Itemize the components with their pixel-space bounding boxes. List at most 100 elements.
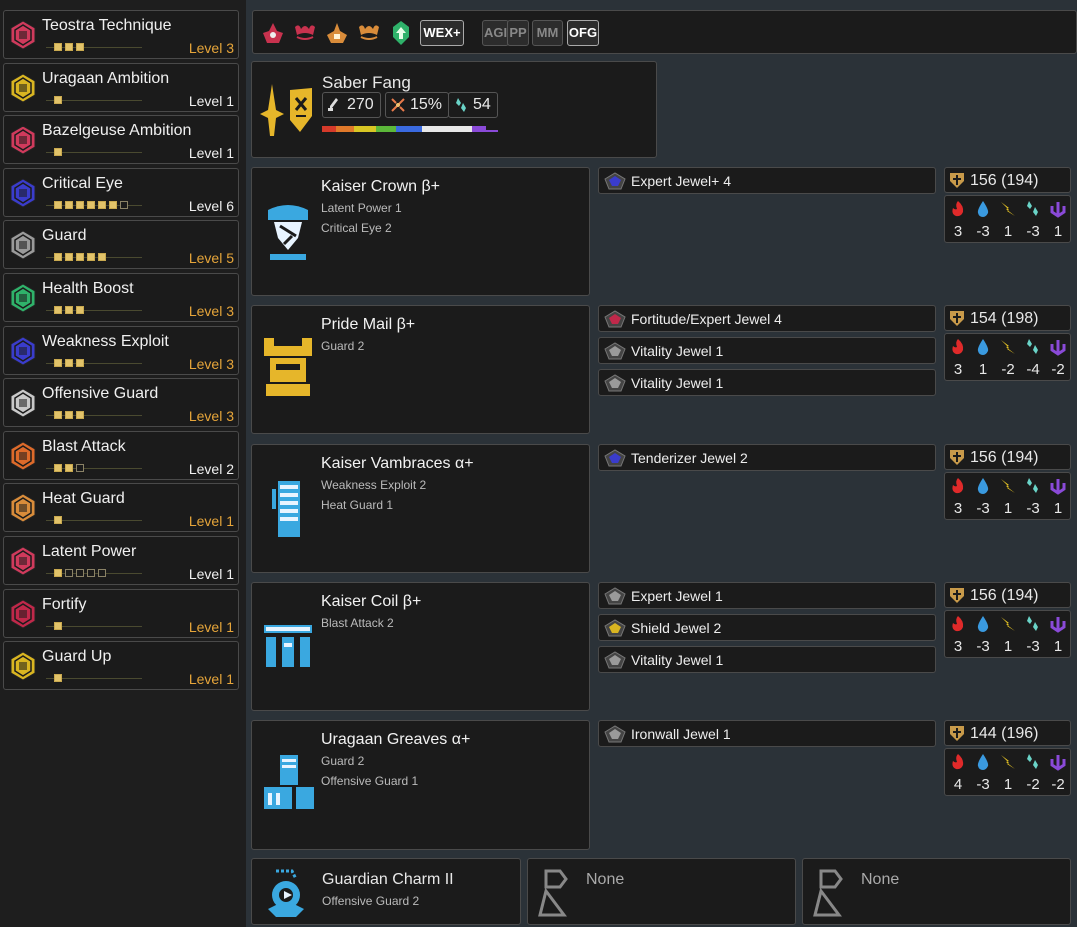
- decoration-name: Ironwall Jewel 1: [631, 726, 731, 742]
- armor-piece-name: Pride Mail β+: [321, 316, 416, 333]
- armor-piece-panel[interactable]: Kaiser Crown β+ Latent Power 1 Critical Ey…: [251, 167, 590, 296]
- skill-row[interactable]: Guard Level 5: [3, 220, 239, 270]
- filter-tag-ofg[interactable]: OFG: [567, 20, 599, 46]
- filter-tag-agi[interactable]: AGI: [482, 20, 509, 46]
- charm-panel[interactable]: Guardian Charm II Offensive Guard 2: [251, 858, 521, 925]
- empty-slot-1[interactable]: None: [527, 858, 796, 925]
- armor-piece-panel[interactable]: Kaiser Coil β+ Blast Attack 2: [251, 582, 590, 711]
- level-pip: [65, 43, 73, 51]
- skill-row[interactable]: Guard Up Level 1: [3, 641, 239, 691]
- decoration-name: Expert Jewel 1: [631, 588, 723, 604]
- level-pip: [76, 200, 84, 209]
- skill-row[interactable]: Offensive Guard Level 3: [3, 378, 239, 428]
- thunder-icon: [999, 338, 1017, 356]
- skill-row[interactable]: Blast Attack Level 2: [3, 430, 239, 480]
- teostra-set-icon: [263, 23, 283, 43]
- ice-icon: [1024, 477, 1042, 495]
- decoration-slot[interactable]: Shield Jewel 2: [598, 614, 936, 641]
- level-pip: [54, 621, 62, 630]
- weapon-panel[interactable]: Saber Fang 270 15% 54: [251, 61, 657, 158]
- level-pip: [65, 463, 73, 472]
- decoration-slot[interactable]: Fortitude/Expert Jewel 4: [598, 305, 936, 332]
- weapon-name: Saber Fang: [322, 73, 411, 92]
- armor-piece-panel[interactable]: Pride Mail β+ Guard 2: [251, 305, 590, 434]
- level-pip: [54, 95, 62, 104]
- kaiser-set-icon: [295, 25, 315, 40]
- resistance-value: -3: [1026, 500, 1040, 517]
- uragaan-set-icon: [359, 25, 379, 40]
- skill-row[interactable]: Health Boost Level 3: [3, 273, 239, 322]
- resistance-value: 3: [953, 361, 963, 378]
- skill-level: Level 3: [188, 408, 234, 425]
- decoration-slot[interactable]: Vitality Jewel 1: [598, 369, 936, 396]
- skill-row[interactable]: Critical Eye Level 6: [3, 167, 239, 217]
- resistances: 4 -3 1 -2 -2: [944, 748, 1071, 796]
- skill-level: Level 2: [188, 460, 234, 477]
- decoration-name: Shield Jewel 2: [631, 620, 722, 636]
- skill-name: Weakness Exploit: [42, 332, 169, 350]
- decoration-slot[interactable]: Expert Jewel+ 4: [598, 167, 936, 194]
- resistance-value: -3: [1026, 638, 1040, 655]
- armor-piece-panel[interactable]: Kaiser Vambraces α+ Weakness Exploit 2 Hea…: [251, 444, 590, 573]
- resistances: 3 -3 1 -3 1: [944, 195, 1071, 243]
- skill-level-pips: [46, 358, 142, 368]
- filter-tag-mm[interactable]: MM: [532, 20, 563, 46]
- skill-row[interactable]: Fortify Level 1: [3, 588, 239, 638]
- defense-value: 156 (194): [944, 167, 1071, 193]
- affinity-icon: [391, 98, 405, 112]
- skill-level-pips: [46, 95, 142, 105]
- skill-level-pips: [46, 305, 142, 315]
- decoration-icon: [603, 650, 627, 670]
- armor-piece-skill: Guard 2: [321, 754, 365, 768]
- armor-piece-icon: [260, 336, 316, 402]
- sharpness-bar: [322, 126, 498, 134]
- empty-slot-2[interactable]: None: [802, 858, 1071, 925]
- skill-level: Level 3: [188, 40, 234, 56]
- resistance-value: 3: [953, 638, 963, 655]
- skill-name: Health Boost: [42, 280, 134, 297]
- skill-level: Level 5: [188, 250, 234, 267]
- decoration-slot[interactable]: Vitality Jewel 1: [598, 646, 936, 673]
- skill-icon: [8, 336, 38, 366]
- resistance-value: -2: [1051, 361, 1065, 378]
- level-pip: [65, 411, 73, 420]
- skill-row[interactable]: Uragaan Ambition Level 1: [3, 62, 239, 112]
- skill-row[interactable]: Bazelgeuse Ambition Level 1: [3, 115, 239, 165]
- level-pip: [65, 200, 73, 209]
- water-icon: [974, 615, 992, 633]
- decoration-slot[interactable]: Expert Jewel 1: [598, 582, 936, 609]
- level-pip: [76, 411, 84, 420]
- weapon-element: 54: [448, 92, 498, 118]
- resistance-value: 1: [1053, 500, 1063, 517]
- ice-icon: [1024, 200, 1042, 218]
- skill-row[interactable]: Teostra Technique Level 3: [3, 10, 239, 59]
- skill-row[interactable]: Heat Guard Level 1: [3, 483, 239, 533]
- level-pip: [54, 411, 62, 420]
- armor-piece-name: Uragaan Greaves α+: [321, 731, 471, 748]
- decoration-slot[interactable]: Vitality Jewel 1: [598, 337, 936, 364]
- level-pip: [98, 569, 106, 577]
- defense-number: 154 (198): [970, 310, 1039, 327]
- level-pip: [87, 253, 95, 262]
- thunder-icon: [999, 615, 1017, 633]
- skill-row[interactable]: Latent Power Level 1: [3, 536, 239, 585]
- decoration-icon: [603, 341, 627, 361]
- level-pip: [54, 358, 62, 367]
- decoration-slot[interactable]: Tenderizer Jewel 2: [598, 444, 936, 471]
- resistance-value: -3: [976, 638, 990, 655]
- defense-value: 156 (194): [944, 444, 1071, 470]
- armor-piece-skill: Latent Power 1: [321, 201, 402, 215]
- skill-level-pips: [46, 673, 142, 683]
- decoration-slot[interactable]: Ironwall Jewel 1: [598, 720, 936, 747]
- defense-value: 154 (198): [944, 305, 1071, 331]
- armor-piece-icon: [260, 198, 316, 264]
- skill-row[interactable]: Weakness Exploit Level 3: [3, 325, 239, 375]
- filter-tag-wex-plus[interactable]: WEX+: [420, 20, 464, 46]
- defense-number: 156 (194): [970, 172, 1039, 189]
- armor-piece-skill: Offensive Guard 1: [321, 774, 419, 788]
- filter-tag-pp[interactable]: PP: [507, 20, 529, 46]
- skill-icon: [8, 441, 38, 471]
- armor-piece-panel[interactable]: Uragaan Greaves α+ Guard 2 Offensive Guard…: [251, 720, 590, 850]
- resistance-value: -3: [976, 223, 990, 240]
- resistance-value: 1: [978, 361, 988, 378]
